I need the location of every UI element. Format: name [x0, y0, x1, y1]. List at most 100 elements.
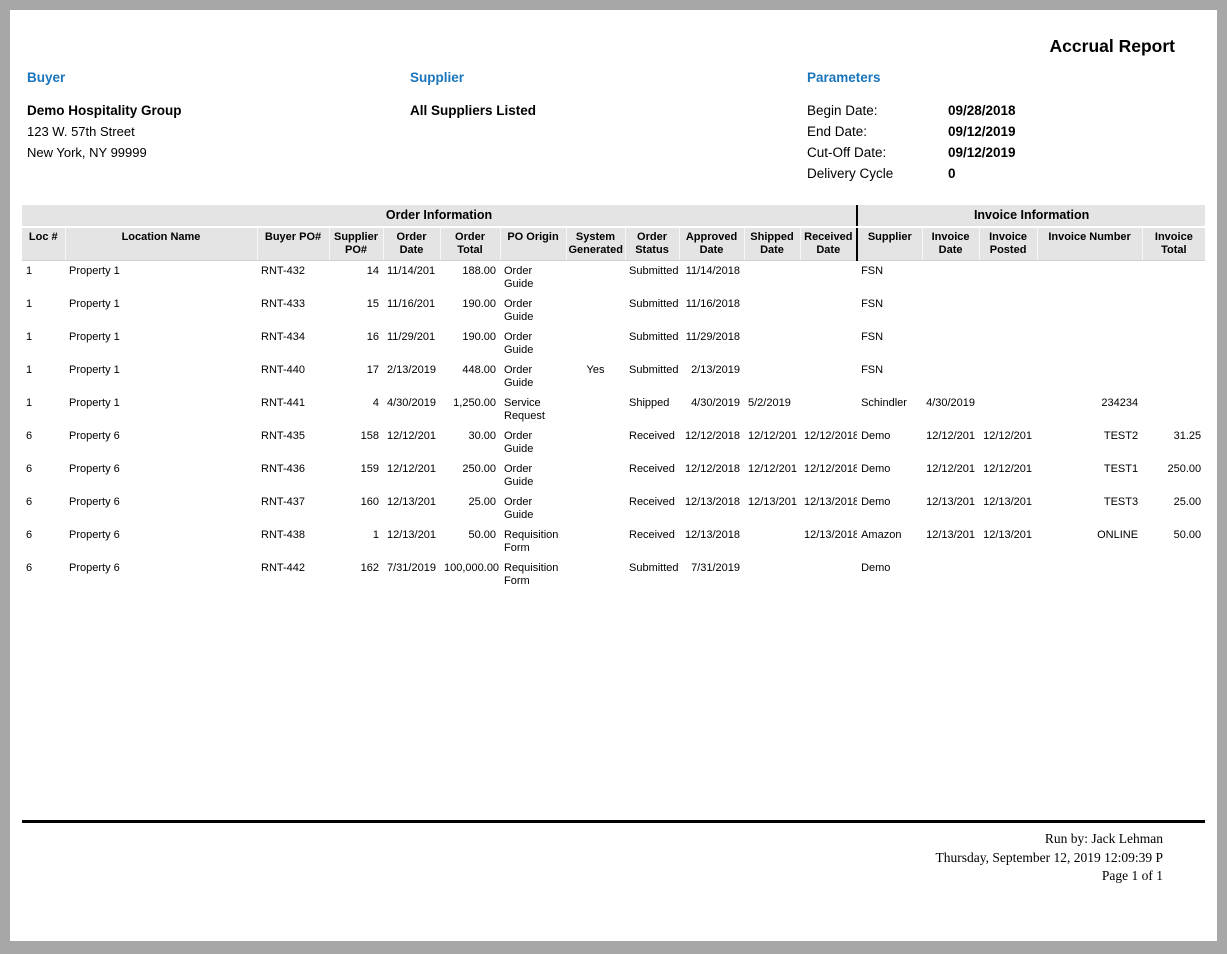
report-page: Accrual Report Buyer Demo Hospitality Gr… [10, 10, 1217, 941]
cell-order_date: 11/29/201 [383, 327, 440, 360]
cell-invoice_date [922, 360, 979, 393]
cell-invoice_number: 234234 [1037, 393, 1142, 426]
cell-order_total: 250.00 [440, 459, 500, 492]
column-header-loc: Loc # [22, 227, 65, 261]
cell-loc: 1 [22, 327, 65, 360]
cell-location_name: Property 6 [65, 558, 257, 591]
table-row: 6Property 6RNT-43615912/12/201250.00Orde… [22, 459, 1205, 492]
cell-loc: 1 [22, 261, 65, 295]
cell-order_date: 7/31/2019 [383, 558, 440, 591]
cell-po_origin: Order Guide [500, 492, 566, 525]
cell-received_date: 12/13/2018 [800, 492, 857, 525]
cell-invoice_total [1142, 393, 1205, 426]
cell-buyer_po: RNT-433 [257, 294, 329, 327]
cell-system_generated [566, 327, 625, 360]
cell-order_total: 1,250.00 [440, 393, 500, 426]
cell-order_status: Submitted [625, 327, 679, 360]
cell-invoice_number [1037, 558, 1142, 591]
cell-shipped_date [744, 294, 800, 327]
column-header-po_origin: PO Origin [500, 227, 566, 261]
cell-location_name: Property 1 [65, 393, 257, 426]
column-header-received_date: Received Date [800, 227, 857, 261]
cell-order_date: 4/30/2019 [383, 393, 440, 426]
buyer-address-line1: 123 W. 57th Street [27, 121, 182, 142]
cell-order_date: 12/13/201 [383, 525, 440, 558]
column-header-invoice_posted: Invoice Posted [979, 227, 1037, 261]
column-header-buyer_po: Buyer PO# [257, 227, 329, 261]
table-row: 1Property 1RNT-4331511/16/201190.00Order… [22, 294, 1205, 327]
cell-invoice_date: 12/13/201 [922, 492, 979, 525]
column-header-approved_date: Approved Date [679, 227, 744, 261]
parameters-list: Begin Date:09/28/2018End Date:09/12/2019… [807, 100, 1016, 184]
column-header-invoice_total: Invoice Total [1142, 227, 1205, 261]
table-header: Order InformationInvoice Information Loc… [22, 205, 1205, 261]
cell-supplier_po: 1 [329, 525, 383, 558]
cell-supplier_po: 14 [329, 261, 383, 295]
table-row: 1Property 1RNT-4341611/29/201190.00Order… [22, 327, 1205, 360]
cell-supplier: Schindler [857, 393, 922, 426]
cell-supplier: Demo [857, 492, 922, 525]
cell-order_date: 11/16/201 [383, 294, 440, 327]
cell-order_total: 188.00 [440, 261, 500, 295]
group-header-order-information: Order Information [22, 205, 857, 227]
column-header-invoice_number: Invoice Number [1037, 227, 1142, 261]
cell-po_origin: Order Guide [500, 261, 566, 295]
parameter-row: Cut-Off Date:09/12/2019 [807, 142, 1016, 163]
cell-invoice_number: TEST2 [1037, 426, 1142, 459]
cell-shipped_date [744, 261, 800, 295]
page-title: Accrual Report [10, 36, 1175, 57]
cell-invoice_date: 12/12/201 [922, 426, 979, 459]
cell-order_date: 12/12/201 [383, 459, 440, 492]
cell-order_date: 11/14/201 [383, 261, 440, 295]
cell-system_generated [566, 525, 625, 558]
cell-invoice_date [922, 294, 979, 327]
cell-received_date [800, 294, 857, 327]
cell-order_total: 30.00 [440, 426, 500, 459]
accrual-table: Order InformationInvoice Information Loc… [22, 205, 1205, 591]
cell-order_status: Received [625, 492, 679, 525]
cell-order_total: 25.00 [440, 492, 500, 525]
buyer-section-label: Buyer [27, 70, 182, 85]
cell-invoice_date [922, 261, 979, 295]
column-header-system_generated: System Generated [566, 227, 625, 261]
cell-invoice_posted [979, 558, 1037, 591]
table-row: 6Property 6RNT-4421627/31/2019100,000.00… [22, 558, 1205, 591]
cell-supplier: FSN [857, 360, 922, 393]
cell-order_status: Submitted [625, 558, 679, 591]
cell-supplier_po: 158 [329, 426, 383, 459]
cell-order_total: 190.00 [440, 294, 500, 327]
table-body: 1Property 1RNT-4321411/14/201188.00Order… [22, 261, 1205, 592]
cell-approved_date: 12/12/2018 [679, 426, 744, 459]
cell-invoice_posted: 12/12/201 [979, 426, 1037, 459]
cell-invoice_date: 4/30/2019 [922, 393, 979, 426]
cell-location_name: Property 1 [65, 294, 257, 327]
cell-system_generated [566, 294, 625, 327]
column-header-location_name: Location Name [65, 227, 257, 261]
cell-buyer_po: RNT-438 [257, 525, 329, 558]
supplier-section-label: Supplier [410, 70, 536, 85]
group-header-invoice-information: Invoice Information [857, 205, 1205, 227]
cell-invoice_posted: 12/12/201 [979, 459, 1037, 492]
cell-approved_date: 4/30/2019 [679, 393, 744, 426]
cell-supplier: Demo [857, 426, 922, 459]
cell-invoice_total: 50.00 [1142, 525, 1205, 558]
cell-system_generated: Yes [566, 360, 625, 393]
cell-invoice_number [1037, 261, 1142, 295]
footer-run-by: Run by: Jack Lehman [10, 830, 1163, 849]
cell-loc: 1 [22, 393, 65, 426]
column-header-order_total: Order Total [440, 227, 500, 261]
cell-invoice_total [1142, 558, 1205, 591]
cell-system_generated [566, 393, 625, 426]
cell-invoice_posted [979, 393, 1037, 426]
parameter-value: 09/12/2019 [948, 145, 1016, 160]
footer-page-number: Page 1 of 1 [10, 867, 1163, 886]
cell-invoice_number [1037, 327, 1142, 360]
parameter-label: End Date: [807, 121, 948, 142]
cell-location_name: Property 6 [65, 525, 257, 558]
supplier-value: All Suppliers Listed [410, 100, 536, 121]
cell-supplier_po: 15 [329, 294, 383, 327]
footer-datetime: Thursday, September 12, 2019 12:09:39 P [10, 849, 1163, 868]
cell-buyer_po: RNT-440 [257, 360, 329, 393]
table-group-header-row: Order InformationInvoice Information [22, 205, 1205, 227]
cell-buyer_po: RNT-441 [257, 393, 329, 426]
